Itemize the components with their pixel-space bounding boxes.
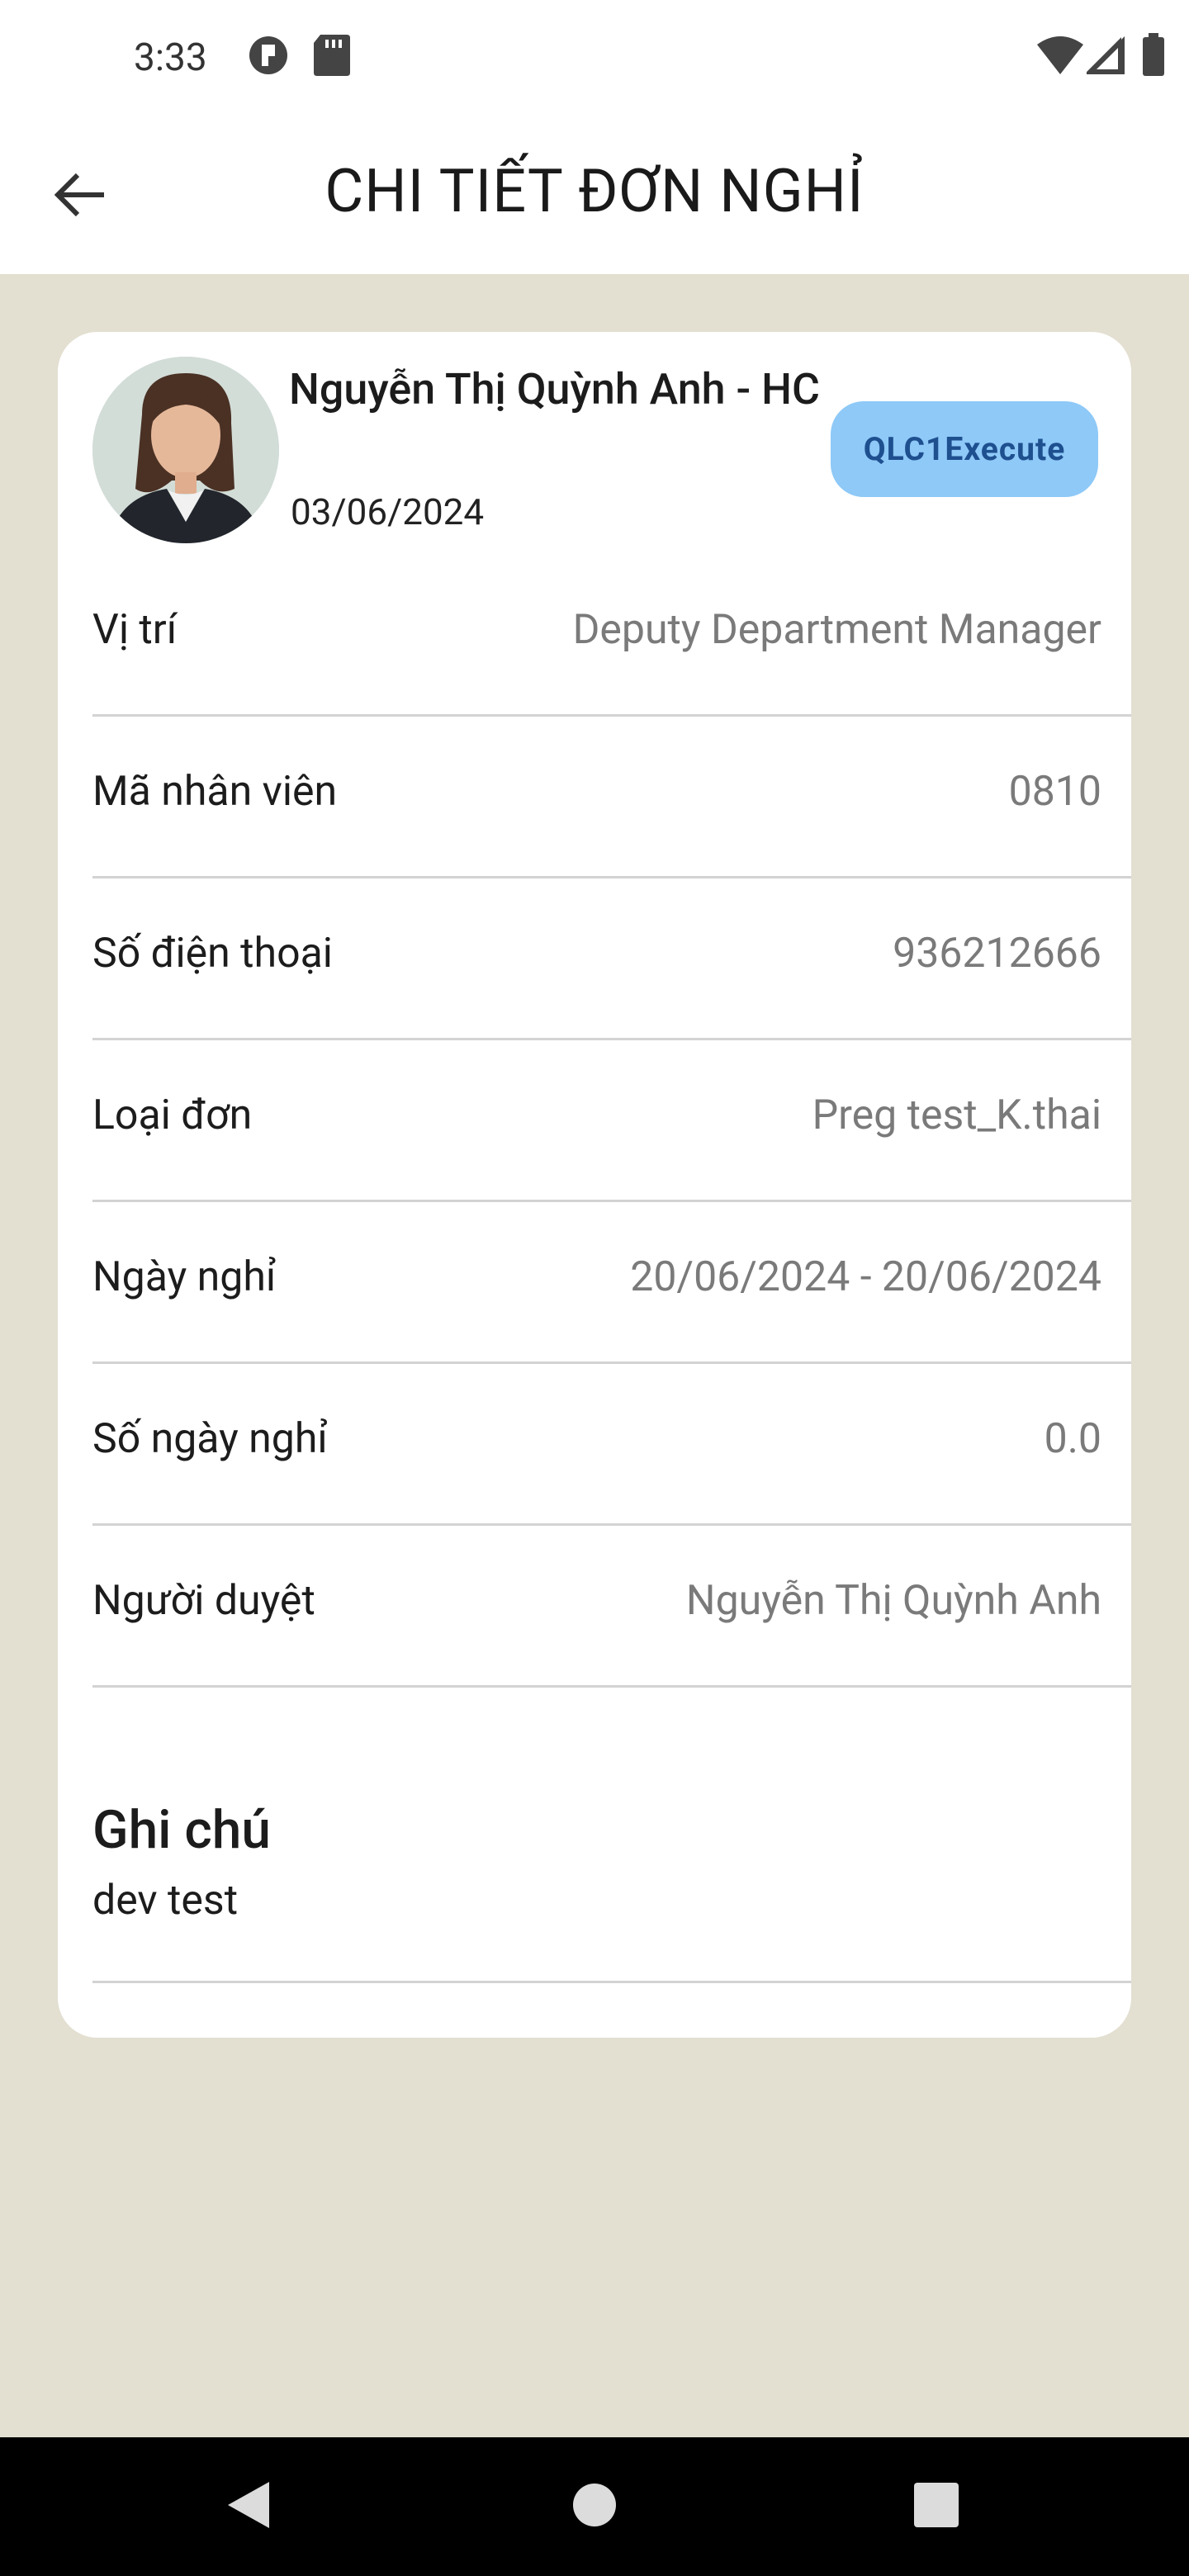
detail-label: Loại đơn (92, 1091, 253, 1139)
nav-back-icon (225, 2480, 271, 2533)
battery-icon (1143, 33, 1164, 79)
sd-card-icon (314, 35, 350, 79)
nav-home-button[interactable] (512, 2437, 677, 2576)
role-badge: QLC1Execute (831, 401, 1098, 497)
wifi-icon (1037, 36, 1083, 78)
app-bar: CHI TIẾT ĐƠN NGHỈ (0, 116, 1189, 274)
detail-row-position: Vị trí Deputy Department Manager (92, 555, 1131, 717)
detail-row-employee-id: Mã nhân viên 0810 (92, 717, 1131, 878)
detail-value: 0810 (1008, 768, 1101, 816)
system-nav-bar (0, 2437, 1189, 2576)
employee-name: Nguyễn Thị Quỳnh Anh - HC (289, 364, 820, 414)
detail-value: Preg test_K.thai (812, 1091, 1101, 1139)
cell-signal-icon (1084, 36, 1125, 78)
detail-row-leave-days: Số ngày nghỉ 0.0 (92, 1364, 1131, 1526)
detail-label: Số ngày nghỉ (92, 1415, 328, 1463)
note-text: dev test (92, 1877, 239, 1925)
request-date: 03/06/2024 (291, 490, 485, 533)
detail-value: 0.0 (1044, 1415, 1101, 1463)
detail-value: Deputy Department Manager (572, 606, 1101, 654)
nav-recents-button[interactable] (854, 2437, 1019, 2576)
avatar (92, 357, 279, 543)
detail-value: 20/06/2024 - 20/06/2024 (630, 1253, 1101, 1301)
leave-detail-card: Nguyễn Thị Quỳnh Anh - HC 03/06/2024 QLC… (58, 332, 1131, 2038)
note-section: Ghi chú dev test (92, 1702, 1131, 1983)
detail-value: Nguyễn Thị Quỳnh Anh (685, 1577, 1101, 1625)
detail-label: Mã nhân viên (92, 768, 338, 816)
status-time: 3:33 (134, 36, 207, 80)
detail-row-phone: Số điện thoại 936212666 (92, 878, 1131, 1040)
detail-row-leave-dates: Ngày nghỉ 20/06/2024 - 20/06/2024 (92, 1202, 1131, 1364)
detail-value: 936212666 (893, 930, 1101, 978)
app-notification-icon (248, 35, 289, 79)
detail-label: Số điện thoại (92, 930, 333, 978)
nav-home-icon (571, 2482, 618, 2531)
detail-label: Ngày nghỉ (92, 1253, 277, 1301)
status-bar: 3:33 (0, 0, 1189, 116)
nav-recents-icon (914, 2483, 959, 2531)
detail-row-approver: Người duyệt Nguyễn Thị Quỳnh Anh (92, 1526, 1131, 1688)
detail-row-leave-type: Loại đơn Preg test_K.thai (92, 1040, 1131, 1202)
nav-back-button[interactable] (165, 2437, 330, 2576)
detail-label: Người duyệt (92, 1577, 315, 1625)
note-title: Ghi chú (92, 1799, 271, 1861)
detail-label: Vị trí (92, 606, 178, 654)
page-title: CHI TIẾT ĐƠN NGHỈ (324, 156, 865, 226)
